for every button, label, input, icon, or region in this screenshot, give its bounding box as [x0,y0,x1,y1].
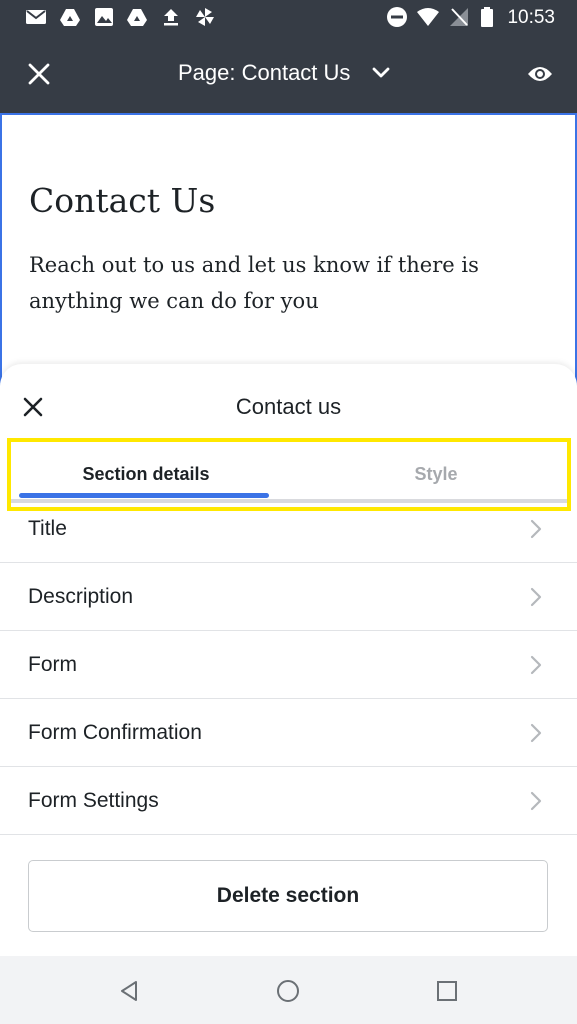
list-item-label: Title [28,516,67,540]
wifi-icon [416,6,439,28]
preview-button[interactable] [521,55,559,93]
list-item-label: Form [28,652,77,676]
chevron-right-icon [530,655,542,675]
nav-back-button[interactable] [114,976,144,1006]
eye-icon [528,67,552,81]
nav-recents-button[interactable] [432,976,462,1006]
upload-icon [160,6,182,28]
home-circle-icon [277,980,299,1002]
mail-icon [25,6,47,28]
sheet-title: Contact us [235,394,342,419]
preview-body: Reach out to us and let us know if there… [29,253,479,313]
close-button[interactable] [20,55,58,93]
do-not-disturb-icon [386,6,408,28]
back-triangle-icon [121,981,137,1001]
section-sheet: Contact us Section details Style Title D… [0,364,577,956]
list-item-label: Description [28,584,134,608]
list-item-label: Form Settings [28,788,159,812]
list-item-description[interactable]: Description [0,563,577,631]
list-item-label: Form Confirmation [28,720,202,744]
sheet-header: Contact us [0,364,577,446]
chevron-right-icon [530,519,542,539]
app-bar: Page: Contact Us [0,35,577,113]
battery-icon [476,6,498,28]
settings-list: Title Description Form Form Confirmation… [0,495,577,835]
chevron-right-icon [530,791,542,811]
pinwheel-icon [194,6,216,28]
chevron-right-icon [530,723,542,743]
page-title: Page: Contact Us [178,60,351,85]
page-selector[interactable]: Page: Contact Us [178,53,390,93]
preview-heading: Contact Us [29,181,216,220]
chevron-down-icon [373,67,390,78]
close-icon [28,63,50,85]
status-bar: 10:53 [0,0,577,35]
list-item-form-settings[interactable]: Form Settings [0,767,577,835]
system-nav-bar [0,956,577,1024]
clock: 10:53 [507,7,555,28]
recents-square-icon [437,981,457,1001]
list-item-form[interactable]: Form [0,631,577,699]
drive-icon [126,6,148,28]
nav-home-button[interactable] [273,976,303,1006]
no-signal-icon [448,6,470,28]
photos-icon [93,6,115,28]
chevron-right-icon [530,587,542,607]
delete-section-button[interactable]: Delete section [28,860,548,932]
list-item-form-confirmation[interactable]: Form Confirmation [0,699,577,767]
list-item-title[interactable]: Title [0,495,577,563]
drive-icon [59,6,81,28]
